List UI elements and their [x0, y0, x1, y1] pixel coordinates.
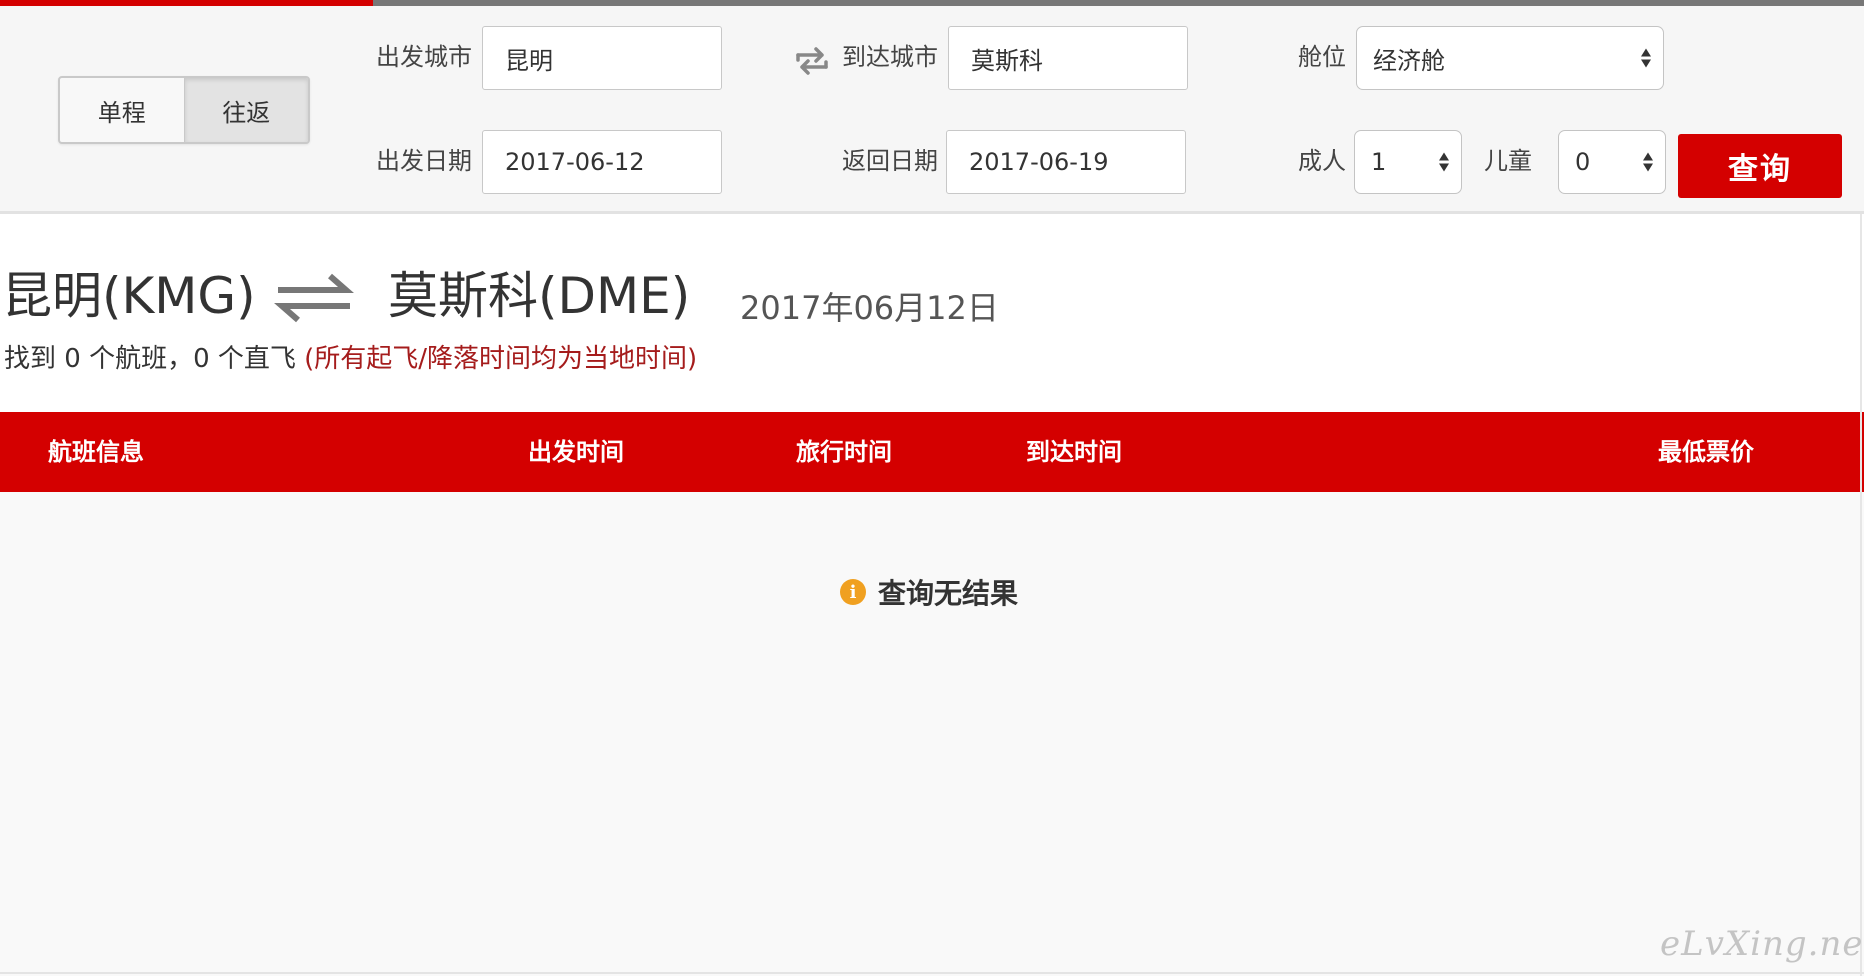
from-city-input[interactable]: 昆明 [482, 26, 722, 90]
one-way-button[interactable]: 单程 [60, 78, 184, 142]
children-label: 儿童 [1484, 147, 1532, 175]
col-flight-info: 航班信息 [48, 438, 144, 466]
info-icon: i [840, 579, 866, 605]
to-city-label: 到达城市 [842, 43, 938, 71]
depart-date-label: 出发日期 [376, 147, 472, 175]
col-depart-time: 出发时间 [528, 438, 624, 466]
round-trip-arrows-icon [274, 273, 354, 323]
content-right-border [1860, 214, 1862, 976]
from-city-value: 昆明 [505, 46, 553, 75]
results-body [0, 492, 1864, 976]
site-watermark: eLvXing.net [1660, 924, 1864, 964]
return-date-value: 2017-06-19 [969, 148, 1109, 176]
from-city-label: 出发城市 [376, 43, 472, 71]
round-trip-button[interactable]: 往返 [183, 78, 308, 142]
select-arrows-icon [1641, 48, 1651, 68]
search-panel: 单程 往返 出发城市 昆明 到达城市 莫斯科 舱位 经济舱 出发日期 2017-… [0, 6, 1864, 214]
empty-state-text: 查询无结果 [878, 577, 1019, 610]
swap-cities-icon[interactable] [792, 46, 832, 76]
col-lowest-price: 最低票价 [1658, 438, 1754, 466]
results-table-header: 航班信息 出发时间 旅行时间 到达时间 最低票价 [0, 412, 1864, 492]
return-date-input[interactable]: 2017-06-19 [946, 130, 1186, 194]
content-bottom-border [0, 972, 1864, 974]
search-button[interactable]: 查询 [1678, 134, 1842, 198]
to-city-input[interactable]: 莫斯科 [948, 26, 1188, 90]
trip-type-toggle: 单程 往返 [58, 76, 310, 144]
col-travel-time: 旅行时间 [796, 438, 892, 466]
children-value: 0 [1575, 148, 1591, 176]
adults-select[interactable]: 1 [1354, 130, 1462, 194]
result-count-text: 找到 0 个航班，0 个直飞 [4, 344, 305, 374]
cabin-label: 舱位 [1298, 43, 1346, 71]
cabin-select[interactable]: 经济舱 [1356, 26, 1664, 90]
depart-date-value: 2017-06-12 [505, 148, 645, 176]
select-arrows-icon [1643, 152, 1653, 172]
local-time-note: (所有起飞/降落时间均为当地时间) [304, 344, 698, 374]
route-date: 2017年06月12日 [740, 289, 999, 327]
cabin-value: 经济舱 [1373, 46, 1445, 75]
to-city-value: 莫斯科 [971, 46, 1043, 75]
depart-date-input[interactable]: 2017-06-12 [482, 130, 722, 194]
return-date-label: 返回日期 [842, 147, 938, 175]
col-arrive-time: 到达时间 [1026, 438, 1122, 466]
adults-label: 成人 [1298, 147, 1346, 175]
route-destination: 莫斯科(DME) [388, 267, 691, 325]
adults-value: 1 [1371, 148, 1387, 176]
select-arrows-icon [1439, 152, 1449, 172]
children-select[interactable]: 0 [1558, 130, 1666, 194]
flight-search-page: 单程 往返 出发城市 昆明 到达城市 莫斯科 舱位 经济舱 出发日期 2017-… [0, 0, 1864, 976]
empty-state: i 查询无结果 [840, 572, 1018, 612]
route-origin: 昆明(KMG) [2, 267, 256, 325]
result-summary: 找到 0 个航班，0 个直飞 (所有起飞/降落时间均为当地时间) [4, 342, 697, 376]
